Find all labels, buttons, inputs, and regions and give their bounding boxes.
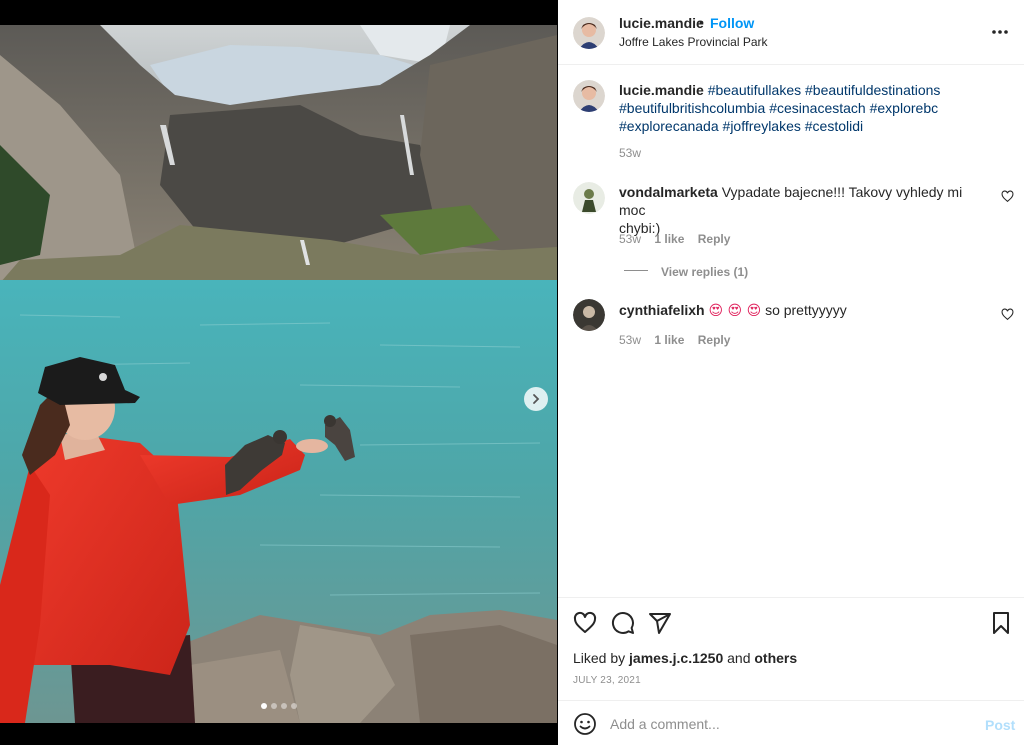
caption-username[interactable]: lucie.mandie: [619, 82, 704, 98]
comment-emoji: 😍 😍 😍: [708, 303, 762, 319]
avatar-image: [573, 80, 605, 112]
post-photo[interactable]: [0, 25, 557, 723]
avatar-image: [573, 299, 605, 331]
bookmark-icon[interactable]: [989, 611, 1013, 635]
post-details-panel: lucie.mandie • Follow Joffre Lakes Provi…: [558, 0, 1024, 745]
commenter-avatar[interactable]: [573, 299, 605, 331]
chevron-right-icon: [533, 394, 540, 404]
carousel-dot: [280, 703, 287, 709]
comment-icon[interactable]: [611, 611, 635, 635]
comment-body: so prettyyyyy: [765, 302, 847, 318]
hashtag-link[interactable]: #beutifulbritishcolumbia: [619, 100, 765, 116]
hashtag-link[interactable]: #cestolidi: [805, 118, 863, 134]
caption-text: lucie.mandie #beautifullakes #beautifuld…: [619, 81, 1009, 135]
next-slide-button[interactable]: [524, 387, 548, 411]
view-replies-button[interactable]: View replies (1): [661, 265, 748, 279]
comment-meta: 53w 1 like Reply: [619, 333, 730, 347]
comment-likes[interactable]: 1 like: [654, 232, 684, 246]
heart-icon[interactable]: [573, 611, 597, 635]
lake-photo: [0, 25, 557, 723]
hashtag-link[interactable]: #joffreylakes: [723, 118, 801, 134]
caption-avatar[interactable]: [573, 80, 605, 112]
commenter-username[interactable]: vondalmarketa: [619, 184, 718, 200]
post-header: lucie.mandie • Follow Joffre Lakes Provi…: [558, 0, 1024, 65]
share-icon[interactable]: [648, 611, 672, 635]
caption-timestamp[interactable]: 53w: [619, 146, 641, 160]
post-date[interactable]: JULY 23, 2021: [573, 675, 641, 686]
carousel-dot: [290, 703, 297, 709]
liked-by-others[interactable]: others: [754, 650, 797, 666]
author-username[interactable]: lucie.mandie: [619, 15, 704, 31]
separator-dot: •: [699, 14, 704, 30]
hashtag-link[interactable]: #explorecanada: [619, 118, 719, 134]
liked-by-text: Liked by james.j.c.1250 and others: [573, 650, 797, 666]
reply-button[interactable]: Reply: [698, 333, 731, 347]
carousel-indicator: [0, 703, 557, 709]
comment-meta: 53w 1 like Reply: [619, 232, 730, 246]
avatar-image: [573, 182, 605, 214]
reply-button[interactable]: Reply: [698, 232, 731, 246]
comment-text: vondalmarketa Vypadate bajecne!!! Takovy…: [619, 183, 974, 237]
carousel-dot: [270, 703, 277, 709]
commenter-username[interactable]: cynthiafelixh: [619, 302, 705, 318]
avatar-image: [573, 17, 605, 49]
comment-text: cynthiafelixh 😍 😍 😍 so prettyyyyy: [619, 301, 974, 320]
more-options-icon[interactable]: [990, 22, 1010, 42]
post-comment-button[interactable]: Post: [985, 717, 1015, 733]
liked-by-prefix: Liked by: [573, 650, 626, 666]
add-comment-bar: Post: [558, 700, 1024, 745]
comment-like-heart-icon[interactable]: [1001, 190, 1014, 203]
hashtag-link[interactable]: #beautifuldestinations: [805, 82, 940, 98]
author-avatar[interactable]: [573, 17, 605, 49]
hashtag-link[interactable]: #cesinacestach: [769, 100, 866, 116]
comment-likes[interactable]: 1 like: [654, 333, 684, 347]
carousel-dot: [260, 703, 267, 709]
post-modal: lucie.mandie • Follow Joffre Lakes Provi…: [0, 0, 1024, 745]
comment-time[interactable]: 53w: [619, 232, 641, 246]
emoji-icon[interactable]: [573, 712, 597, 736]
hashtag-link[interactable]: #explorebc: [870, 100, 939, 116]
replies-divider: [624, 270, 648, 271]
comment-like-heart-icon[interactable]: [1001, 308, 1014, 321]
comment-input[interactable]: [610, 713, 970, 735]
post-location[interactable]: Joffre Lakes Provincial Park: [619, 35, 768, 49]
liked-by-and: and: [727, 650, 751, 666]
comment-time[interactable]: 53w: [619, 333, 641, 347]
commenter-avatar[interactable]: [573, 182, 605, 214]
follow-button[interactable]: Follow: [710, 15, 754, 31]
liked-by-user[interactable]: james.j.c.1250: [629, 650, 723, 666]
hashtag-link[interactable]: #beautifullakes: [708, 82, 801, 98]
